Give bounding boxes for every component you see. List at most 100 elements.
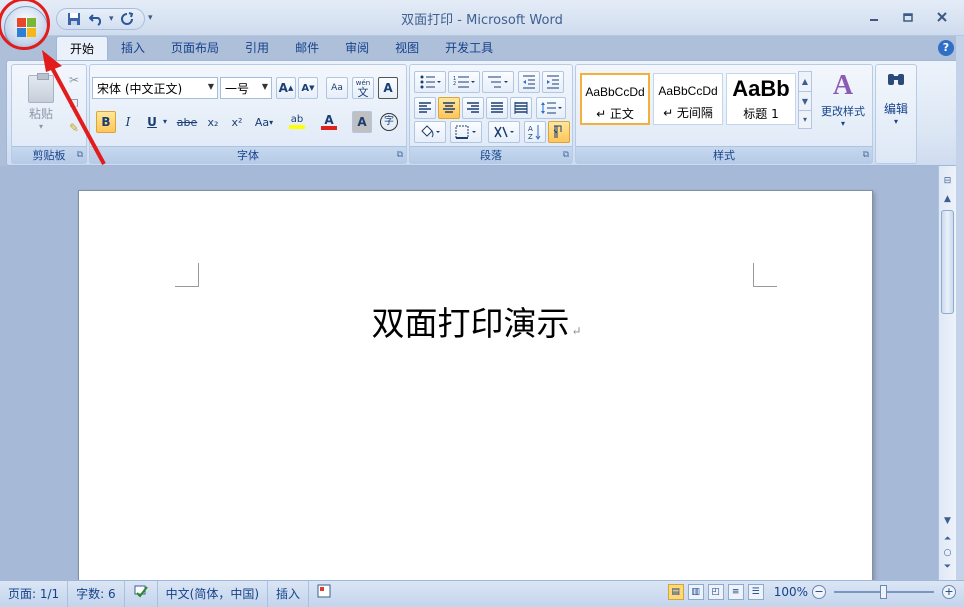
zoom-slider[interactable] — [834, 585, 934, 599]
increase-indent-button[interactable] — [542, 71, 564, 93]
enclose-characters-button[interactable]: 字 — [378, 111, 400, 133]
full-screen-reading-icon[interactable]: ▥ — [687, 584, 704, 600]
subscript-button[interactable]: x₂ — [202, 111, 224, 133]
shading-button[interactable] — [414, 121, 446, 143]
chevron-up-icon[interactable]: ▲ — [799, 72, 811, 91]
vertical-scrollbar[interactable]: ⊟ ▲ ▼ ⏶ ○ ⏷ — [938, 166, 956, 580]
distributed-button[interactable] — [510, 97, 532, 119]
show-marks-button[interactable] — [548, 121, 570, 143]
style-no-spacing[interactable]: AaBbCcDd ↵ 无间隔 — [653, 73, 723, 125]
chevron-down-icon: ▼ — [207, 82, 214, 91]
styles-launcher-icon[interactable]: ⧉ — [863, 150, 869, 160]
underline-button[interactable]: U — [142, 111, 162, 133]
paragraph-launcher-icon[interactable]: ⧉ — [563, 150, 569, 160]
justify-button[interactable] — [486, 97, 508, 119]
previous-page-icon[interactable]: ⏶ — [940, 532, 955, 546]
format-painter-icon[interactable]: ✎ — [64, 117, 84, 139]
print-layout-view-icon[interactable]: ▤ — [667, 584, 684, 600]
asian-layout-button[interactable] — [488, 121, 520, 143]
styles-scroll[interactable]: ▲ ▼ ▾ — [798, 71, 812, 129]
decrease-indent-button[interactable] — [518, 71, 540, 93]
status-page[interactable]: 页面: 1/1 — [0, 580, 69, 607]
outline-view-icon[interactable]: ≡ — [727, 584, 744, 600]
web-layout-icon[interactable]: ◰ — [707, 584, 724, 600]
zoom-in-icon[interactable]: + — [942, 585, 956, 599]
status-language[interactable]: 中文(简体，中国) — [158, 580, 269, 607]
bullets-button[interactable] — [414, 71, 446, 93]
ruler-toggle-icon[interactable]: ⊟ — [940, 174, 955, 188]
scroll-thumb[interactable] — [941, 210, 954, 314]
next-page-icon[interactable]: ⏷ — [940, 560, 955, 574]
underline-dropdown-icon[interactable]: ▾ — [163, 117, 167, 126]
tab-page-layout[interactable]: 页面布局 — [158, 36, 232, 60]
help-icon[interactable]: ? — [938, 40, 954, 56]
tab-developer[interactable]: 开发工具 — [432, 36, 506, 60]
align-right-button[interactable] — [462, 97, 484, 119]
change-styles-button[interactable]: A 更改样式 ▾ — [816, 69, 870, 141]
tab-view[interactable]: 视图 — [382, 36, 432, 60]
proofing-icon[interactable] — [125, 580, 158, 607]
minimize-button[interactable] — [860, 6, 888, 28]
grow-font-button[interactable]: A ▲ — [276, 77, 296, 99]
cut-icon[interactable]: ✂ — [64, 69, 84, 91]
tab-references[interactable]: 引用 — [232, 36, 282, 60]
align-center-button[interactable] — [438, 97, 460, 119]
chevron-down-icon[interactable]: ▼ — [799, 91, 811, 110]
align-left-button[interactable] — [414, 97, 436, 119]
font-launcher-icon[interactable]: ⧉ — [397, 150, 403, 160]
editing-group: 编辑 ▾ — [875, 64, 917, 164]
font-color-button[interactable]: A — [316, 111, 342, 133]
zoom-out-icon[interactable]: − — [812, 585, 826, 599]
clipboard-launcher-icon[interactable]: ⧉ — [77, 150, 83, 160]
shrink-font-button[interactable]: A ▼ — [298, 77, 318, 99]
font-color-icon: A — [324, 113, 334, 127]
document-page[interactable]: 双面打印演示 ↵ — [78, 190, 873, 580]
status-mode[interactable]: 插入 — [268, 580, 310, 607]
sort-button[interactable]: AZ — [524, 121, 546, 143]
undo-dropdown-icon[interactable]: ▾ — [109, 14, 114, 24]
browse-object-icon[interactable]: ○ — [940, 546, 955, 560]
tab-mailings[interactable]: 邮件 — [282, 36, 332, 60]
strikethrough-button[interactable]: abe — [174, 111, 200, 133]
customize-qat-icon[interactable]: ▾ — [148, 13, 153, 23]
save-icon[interactable] — [65, 10, 83, 28]
draft-view-icon[interactable]: ☰ — [747, 584, 764, 600]
editing-button[interactable]: 编辑 ▾ — [876, 71, 916, 126]
copy-icon[interactable]: ❐ — [64, 93, 84, 115]
scroll-up-icon[interactable]: ▲ — [940, 192, 955, 206]
zoom-level[interactable]: 100% — [774, 585, 808, 599]
more-styles-icon[interactable]: ▾ — [799, 110, 811, 128]
maximize-button[interactable] — [894, 6, 922, 28]
scroll-down-icon[interactable]: ▼ — [940, 514, 955, 528]
clear-formatting-button[interactable]: Aa — [326, 77, 348, 99]
font-name-combo[interactable]: 宋体 (中文正文) ▼ — [92, 77, 218, 99]
italic-button[interactable]: I — [118, 111, 138, 133]
text-highlight-button[interactable]: ab — [284, 111, 310, 133]
macro-record-icon[interactable] — [309, 581, 339, 607]
superscript-button[interactable]: x² — [226, 111, 248, 133]
change-case-button[interactable]: Aa ▾ — [250, 111, 278, 133]
paste-button[interactable]: 粘贴 ▾ — [20, 71, 62, 131]
tab-review[interactable]: 审阅 — [332, 36, 382, 60]
tab-insert[interactable]: 插入 — [108, 36, 158, 60]
multilevel-list-button[interactable] — [482, 71, 514, 93]
font-size-combo[interactable]: 一号 ▼ — [220, 77, 272, 99]
zoom-knob[interactable] — [880, 585, 887, 599]
style-normal[interactable]: AaBbCcDd ↵ 正文 — [580, 73, 650, 125]
close-button[interactable] — [928, 6, 956, 28]
tab-home[interactable]: 开始 — [56, 36, 109, 60]
undo-icon[interactable] — [87, 10, 105, 28]
document-text[interactable]: 双面打印演示 ↵ — [79, 297, 874, 345]
line-spacing-button[interactable] — [536, 97, 566, 119]
borders-button[interactable] — [450, 121, 482, 143]
style-heading-1[interactable]: AaBb 标题 1 — [726, 73, 796, 125]
increase-indent-icon — [547, 75, 559, 89]
character-border-button[interactable]: A — [378, 77, 398, 99]
highlight-icon: ab — [290, 114, 304, 125]
numbering-button[interactable]: 12 — [448, 71, 480, 93]
status-words[interactable]: 字数: 6 — [68, 580, 125, 607]
bold-button[interactable]: B — [96, 111, 116, 133]
redo-icon[interactable] — [118, 10, 136, 28]
character-shading-button[interactable]: A — [352, 111, 372, 133]
phonetic-guide-button[interactable]: wén 文 — [352, 77, 374, 99]
